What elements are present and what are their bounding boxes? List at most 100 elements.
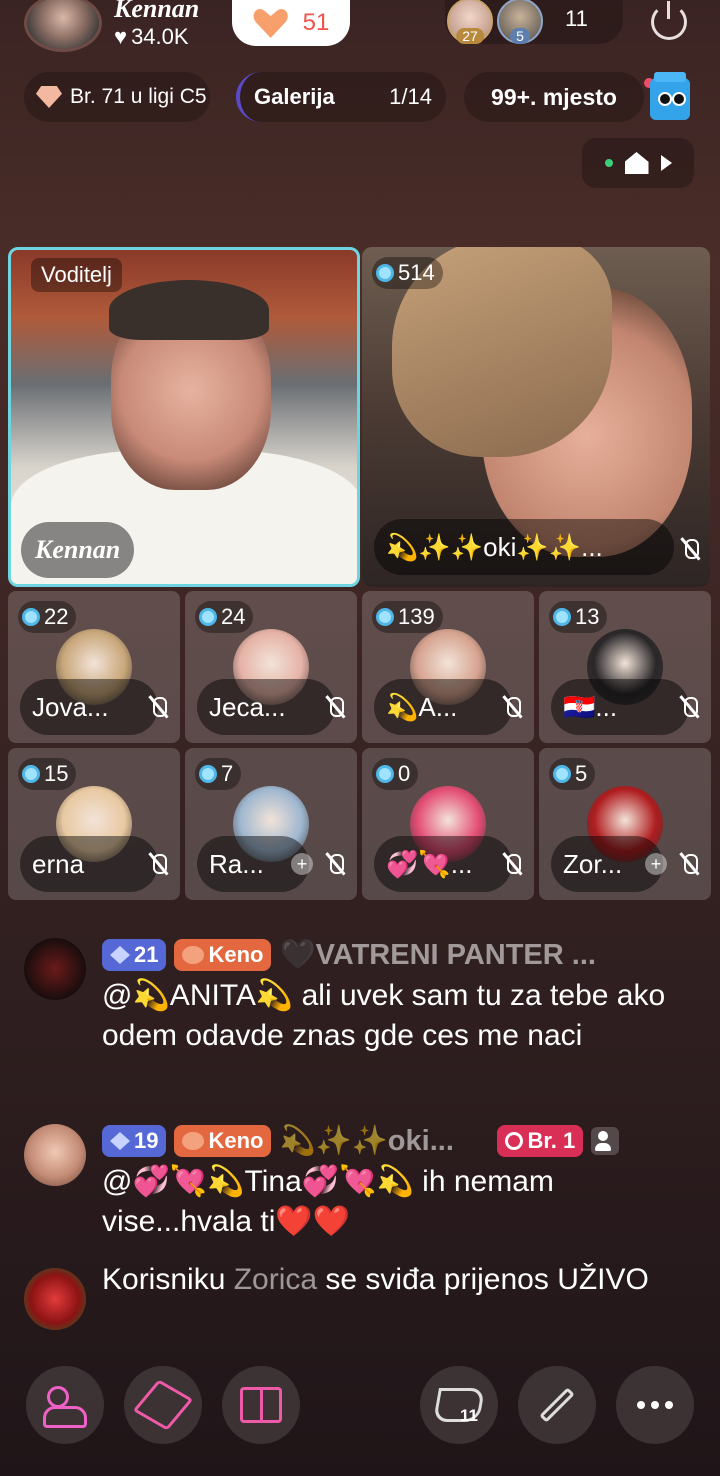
viewer-count: 11 — [565, 6, 588, 31]
gifts-box-button[interactable] — [124, 1366, 202, 1444]
guest-score: 13 — [549, 601, 608, 633]
guest-tile[interactable]: 5 Zor... + — [539, 748, 711, 900]
heart-badge-icon — [182, 946, 205, 964]
heart-icon — [253, 8, 289, 38]
chat-message[interactable]: 19 Keno 💫✨✨oki... Br. 1 @💞💘💫Tina💞💘💫 ih n… — [24, 1116, 704, 1246]
plus-icon[interactable]: + — [291, 853, 313, 875]
chat-username[interactable]: 💫✨✨oki... — [279, 1124, 489, 1158]
guest-score: 0 — [372, 758, 419, 790]
viewer-badge: 5 — [510, 28, 530, 44]
place-ranking[interactable]: 99+. mjesto — [464, 72, 644, 122]
viewer-badge: 27 — [456, 28, 484, 44]
guest-score: 514 — [372, 257, 443, 289]
guest-tile[interactable]: 139 💫A... — [362, 591, 534, 743]
guest-name-tag[interactable]: 💞💘... — [374, 836, 512, 892]
league-rank[interactable]: Br. 71 u ligi C5 — [24, 72, 210, 122]
host-avatar[interactable] — [24, 0, 102, 52]
gem-icon — [553, 765, 571, 783]
guest-name-tag[interactable]: 💫A... — [374, 679, 512, 735]
user-icon[interactable] — [591, 1127, 620, 1155]
host-role-label: Voditelj — [31, 258, 122, 292]
effects-button[interactable] — [518, 1366, 596, 1444]
gift-box-icon[interactable] — [650, 72, 690, 120]
diamond-icon — [110, 946, 130, 964]
share-count: 11 — [460, 1406, 478, 1425]
gallery-button[interactable]: Galerija 1/14 — [236, 72, 446, 122]
gem-icon — [199, 608, 217, 626]
book-button[interactable] — [222, 1366, 300, 1444]
place-label: 99+. mjesto — [491, 83, 617, 110]
mic-muted-icon — [323, 852, 347, 876]
level-badge: 21 — [102, 939, 167, 971]
chat-text: Korisniku Zorica se sviđa prijenos UŽIVO — [102, 1263, 649, 1296]
diamond-icon — [110, 1132, 130, 1150]
chat-username[interactable]: 🖤VATRENI PANTER ... — [279, 938, 595, 972]
mic-muted-icon — [677, 695, 701, 719]
gallery-label: Galerija — [254, 84, 335, 109]
guest-name-tag[interactable]: 💫✨✨oki✨✨... — [374, 519, 674, 575]
guest-tile[interactable]: 24 Jeca... — [185, 591, 357, 743]
medal-icon — [505, 1132, 524, 1150]
guest-video-tile[interactable]: 514 💫✨✨oki✨✨... — [362, 247, 710, 587]
host-likes: ♥ 34.0K — [114, 24, 189, 50]
guest-tile[interactable]: 0 💞💘... — [362, 748, 534, 900]
more-button[interactable] — [616, 1366, 694, 1444]
viewer-avatar[interactable]: 27 — [447, 0, 493, 44]
guest-name-tag[interactable]: erna — [20, 836, 158, 892]
guest-name-tag[interactable]: Jeca... — [197, 679, 335, 735]
host-name-tag[interactable]: Kennan — [21, 522, 135, 578]
fan-badge: Keno — [174, 1125, 272, 1157]
people-icon — [43, 1386, 87, 1428]
host-profile[interactable]: Kennan ♥ 34.0K — [20, 0, 220, 52]
gem-icon — [199, 765, 217, 783]
guest-tile[interactable]: 13 🇭🇷... — [539, 591, 711, 743]
host-name: Kennan — [114, 0, 200, 23]
mic-muted-icon — [500, 852, 524, 876]
guest-score: 15 — [18, 758, 77, 790]
chat-avatar[interactable] — [24, 938, 86, 1000]
guest-tile[interactable]: 22 Jova... — [8, 591, 180, 743]
like-button[interactable]: 51 — [232, 0, 350, 46]
gem-icon — [22, 608, 40, 626]
share-button[interactable]: 11 — [420, 1366, 498, 1444]
chat-header: 21 Keno 🖤VATRENI PANTER ... — [102, 938, 596, 972]
host-likes-count: 34.0K — [131, 24, 189, 49]
guest-score: 5 — [549, 758, 596, 790]
live-mode-toggle[interactable] — [582, 138, 694, 188]
chat-text: @💞💘💫Tina💞💘💫 ih nemam vise...hvala ti❤️❤️ — [102, 1165, 554, 1238]
gem-icon — [553, 608, 571, 626]
like-count: 51 — [302, 9, 330, 36]
host-video-tile[interactable]: Voditelj Kennan — [8, 247, 360, 587]
exit-button[interactable] — [644, 0, 694, 44]
heart-icon: ♥ — [114, 24, 128, 49]
chat-avatar[interactable] — [24, 1268, 86, 1330]
viewer-list[interactable]: 27 5 11 — [445, 0, 623, 44]
mic-muted-icon — [500, 695, 524, 719]
rank-badge: Br. 1 — [497, 1125, 584, 1157]
home-icon — [624, 152, 649, 174]
mic-muted-icon — [323, 695, 347, 719]
guest-score: 139 — [372, 601, 443, 633]
guest-score: 7 — [195, 758, 242, 790]
guest-name-tag[interactable]: Jova... — [20, 679, 158, 735]
magic-wand-icon — [539, 1387, 575, 1423]
guest-tile[interactable]: 15 erna — [8, 748, 180, 900]
more-icon — [637, 1401, 673, 1409]
guest-name-tag[interactable]: 🇭🇷... — [551, 679, 689, 735]
mic-muted-icon — [146, 852, 170, 876]
chat-username[interactable]: Zorica — [234, 1263, 317, 1296]
fan-badge: Keno — [174, 939, 272, 971]
chat-avatar[interactable] — [24, 1124, 86, 1186]
guest-tile[interactable]: 7 Ra... + — [185, 748, 357, 900]
guest-score: 24 — [195, 601, 254, 633]
plus-icon[interactable]: + — [645, 853, 667, 875]
live-indicator — [604, 159, 613, 167]
level-badge: 19 — [102, 1125, 167, 1157]
power-icon — [651, 1, 687, 40]
chat-message[interactable]: 21 Keno 🖤VATRENI PANTER ... @💫ANITA💫 ali… — [24, 930, 704, 1100]
book-icon — [240, 1387, 282, 1423]
gem-icon — [376, 264, 394, 282]
viewer-avatar[interactable]: 5 — [497, 0, 543, 44]
gem-icon — [22, 765, 40, 783]
guests-button[interactable] — [26, 1366, 104, 1444]
